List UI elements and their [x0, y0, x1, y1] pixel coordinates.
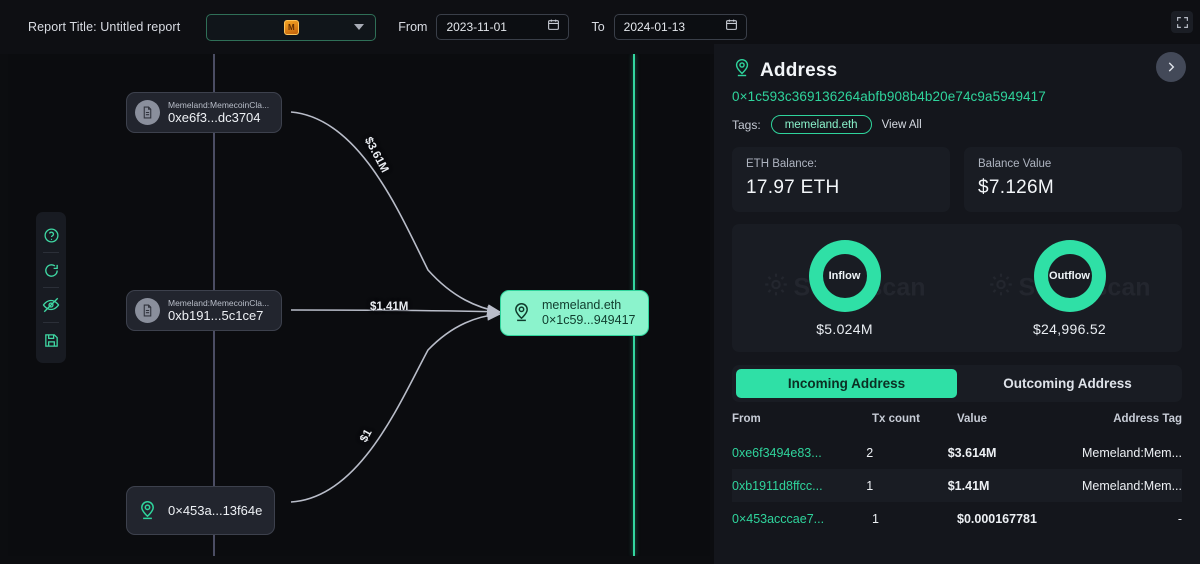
node-title: Memeland:MemecoinCla...: [168, 100, 270, 110]
inflow-label: Inflow: [828, 269, 861, 282]
chevron-down-icon: [354, 24, 365, 30]
address-direction-tabs: Incoming Address Outcoming Address: [732, 365, 1182, 402]
balance-value-card: Balance Value $7.126M: [964, 147, 1182, 212]
view-all-link[interactable]: View All: [882, 119, 922, 131]
column-header-address-tag[interactable]: Address Tag: [1097, 413, 1182, 425]
page-title: Address: [760, 59, 838, 81]
transaction-graph-canvas[interactable]: Memeland:MemecoinCla... 0xe6f3...dc3704 …: [8, 54, 710, 556]
tab-incoming-address[interactable]: Incoming Address: [736, 369, 957, 398]
balance-cards: ETH Balance: 17.97 ETH Balance Value $7.…: [714, 134, 1200, 212]
cell-from[interactable]: 0xe6f3494e83...: [732, 446, 866, 460]
node-address: 0xb191...5c1ce7: [168, 308, 264, 324]
scopescan-app: Report Title: Untitled report M From 202…: [0, 0, 1200, 564]
column-header-from[interactable]: From: [732, 413, 872, 425]
from-date-input[interactable]: 2023-11-01: [436, 14, 570, 40]
panel-header: Address 0×1c593c369136264abfb908b4b20e74…: [714, 44, 1200, 134]
address-hash[interactable]: 0×1c593c369136264abfb908b4b20e74c9a59494…: [732, 89, 1182, 104]
table-row[interactable]: 0xb1911d8ffcc... 1 $1.41M Memeland:Mem..…: [732, 469, 1182, 502]
eth-balance-card: ETH Balance: 17.97 ETH: [732, 147, 950, 212]
column-header-tx-count[interactable]: Tx count: [872, 413, 957, 425]
cell-tx-count: 2: [866, 445, 874, 460]
card-label: Balance Value: [978, 158, 1052, 170]
tab-outcoming-address[interactable]: Outcoming Address: [957, 369, 1178, 398]
save-icon[interactable]: [36, 323, 66, 357]
outflow-donut-chart: Outflow: [1033, 239, 1106, 312]
graph-node-address[interactable]: Memeland:MemecoinCla... 0xb191...5c1ce7: [126, 290, 283, 332]
graph-toolbar: [36, 212, 66, 363]
cell-tx-count: 1: [872, 511, 879, 526]
node-address: 0×453a...13f64e: [168, 502, 263, 518]
column-header-value[interactable]: Value: [957, 413, 1097, 425]
node-address: 0xe6f3...dc3704: [168, 110, 261, 126]
address-pin-icon: [732, 58, 752, 83]
report-title: Report Title: Untitled report: [28, 20, 181, 34]
node-title: memeland.eth: [542, 298, 622, 312]
to-date-input[interactable]: 2024-01-13: [613, 14, 747, 40]
card-value: 17.97 ETH: [746, 177, 840, 198]
fullscreen-expand-icon[interactable]: [1171, 11, 1193, 33]
to-date-value: 2024-01-13: [623, 20, 686, 34]
from-date-value: 2023-11-01: [446, 20, 507, 34]
tag-badge[interactable]: memeland.eth: [770, 115, 872, 134]
cell-address-tag: -: [1177, 511, 1182, 526]
outflow-amount: $24,996.52: [1032, 320, 1107, 337]
edge-label-value: $1.41M: [370, 301, 409, 313]
graph-node-address[interactable]: Memeland:MemecoinCla... 0xe6f3...dc3704: [126, 92, 283, 134]
cell-value: $1.41M: [947, 478, 990, 493]
node-title: Memeland:MemecoinCla...: [168, 298, 270, 308]
cell-value: $0.000167781: [957, 511, 1037, 526]
document-icon: [135, 100, 160, 126]
address-pin-icon: [509, 300, 534, 325]
table-row[interactable]: 0×453acccae7... 1 $0.000167781 -: [732, 502, 1182, 535]
help-icon[interactable]: [36, 218, 66, 252]
eye-off-icon[interactable]: [36, 288, 66, 322]
inflow-amount: $5.024M: [816, 320, 873, 337]
token-icon: M: [283, 19, 299, 35]
table-row[interactable]: 0xe6f3494e83... 2 $3.614M Memeland:Mem..…: [732, 436, 1182, 469]
node-address: 0×1c59...949417: [542, 312, 636, 327]
calendar-icon[interactable]: [725, 18, 738, 36]
address-pin-icon: [135, 498, 160, 523]
table-header: From Tx count Value Address Tag: [732, 402, 1182, 436]
to-label: To: [591, 20, 605, 34]
inflow-stat: Inflow $5.024M: [770, 239, 920, 337]
chain-selector-dropdown[interactable]: M: [206, 13, 377, 41]
cell-value: $3.614M: [947, 445, 997, 460]
graph-node-address[interactable]: 0×453a...13f64e: [126, 486, 276, 535]
address-table: From Tx count Value Address Tag 0xe6f349…: [732, 402, 1182, 535]
graph-node-target[interactable]: memeland.eth 0×1c59...949417: [500, 290, 649, 336]
chevron-right-icon[interactable]: [1156, 52, 1186, 82]
refresh-circle-icon[interactable]: [36, 253, 66, 287]
calendar-icon[interactable]: [547, 18, 560, 36]
card-value: $7.126M: [978, 177, 1055, 198]
tags-label: Tags:: [732, 117, 761, 132]
inflow-outflow-card: Scopescan Scopescan Inflow $5.024M: [732, 224, 1182, 352]
from-label: From: [398, 20, 428, 34]
address-detail-panel: Address 0×1c593c369136264abfb908b4b20e74…: [714, 44, 1200, 564]
cell-from[interactable]: 0xb1911d8ffcc...: [732, 479, 866, 493]
cell-from[interactable]: 0×453acccae7...: [732, 512, 872, 526]
cell-address-tag: Memeland:Mem...: [1081, 478, 1182, 493]
inflow-donut-chart: Inflow: [808, 239, 881, 312]
cell-address-tag: Memeland:Mem...: [1081, 445, 1182, 460]
outflow-stat: Outflow $24,996.52: [995, 239, 1145, 337]
document-icon: [135, 298, 160, 324]
outflow-label: Outflow: [1049, 269, 1090, 282]
card-label: ETH Balance:: [746, 158, 817, 170]
cell-tx-count: 1: [866, 478, 874, 493]
